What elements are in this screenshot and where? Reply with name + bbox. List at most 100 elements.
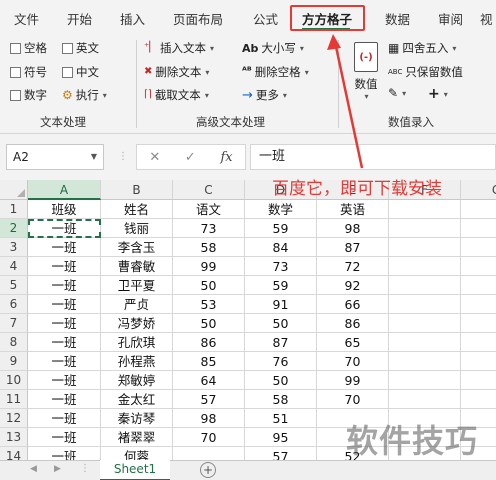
table-cell[interactable]: 一班 xyxy=(28,409,101,428)
row-header[interactable]: 4 xyxy=(0,257,28,276)
table-cell[interactable]: 一班 xyxy=(28,390,101,409)
table-cell[interactable] xyxy=(461,390,496,409)
table-cell[interactable]: 曹睿敏 xyxy=(101,257,173,276)
table-cell[interactable]: 钱丽 xyxy=(101,219,173,238)
option-chinese[interactable]: 中文 xyxy=(62,64,99,80)
table-cell[interactable]: 一班 xyxy=(28,352,101,371)
table-cell[interactable] xyxy=(389,238,461,257)
table-cell[interactable]: 99 xyxy=(173,257,245,276)
column-header[interactable]: G xyxy=(461,180,496,200)
table-cell[interactable]: 72 xyxy=(317,257,389,276)
table-cell[interactable] xyxy=(461,371,496,390)
insert-function-icon[interactable]: fx xyxy=(220,150,232,165)
table-cell[interactable]: 73 xyxy=(173,219,245,238)
table-cell[interactable]: 孔欣琪 xyxy=(101,333,173,352)
prev-sheet-icon[interactable]: ◀ xyxy=(30,464,37,474)
table-cell[interactable]: 65 xyxy=(317,333,389,352)
table-cell[interactable]: 70 xyxy=(317,352,389,371)
table-cell[interactable]: 金太红 xyxy=(101,390,173,409)
edit-button[interactable]: ✎ ▾ xyxy=(388,87,406,99)
table-cell[interactable]: 73 xyxy=(245,257,317,276)
table-cell[interactable]: 59 xyxy=(245,276,317,295)
table-cell[interactable] xyxy=(461,314,496,333)
table-cell[interactable]: 语文 xyxy=(173,200,245,219)
column-header[interactable]: B xyxy=(101,180,173,200)
add-sheet-button[interactable]: + xyxy=(200,462,216,478)
table-cell[interactable]: 57 xyxy=(245,447,317,460)
table-cell[interactable]: 87 xyxy=(317,238,389,257)
table-cell[interactable]: 85 xyxy=(173,352,245,371)
table-cell[interactable]: 98 xyxy=(317,219,389,238)
tab-insert[interactable]: 插入 xyxy=(120,9,145,28)
column-header[interactable]: A xyxy=(28,180,101,200)
table-cell[interactable]: 70 xyxy=(173,428,245,447)
table-cell[interactable]: 卫平夏 xyxy=(101,276,173,295)
table-cell[interactable] xyxy=(461,295,496,314)
table-cell[interactable]: 99 xyxy=(317,371,389,390)
option-symbol[interactable]: 符号 xyxy=(10,64,47,80)
row-header[interactable]: 12 xyxy=(0,409,28,428)
table-cell[interactable]: 95 xyxy=(245,428,317,447)
table-cell[interactable]: 数学 xyxy=(245,200,317,219)
row-header[interactable]: 9 xyxy=(0,352,28,371)
table-cell[interactable] xyxy=(461,352,496,371)
table-cell[interactable]: 一班 xyxy=(28,238,101,257)
table-cell[interactable]: 一班 xyxy=(28,447,101,460)
cancel-icon[interactable]: ✕ xyxy=(149,150,160,165)
case-button[interactable]: Ab 大小写 ▾ xyxy=(242,40,304,56)
tab-review[interactable]: 审阅 xyxy=(438,9,463,28)
row-header[interactable]: 1 xyxy=(0,200,28,219)
table-cell[interactable] xyxy=(173,447,245,460)
table-cell[interactable] xyxy=(389,390,461,409)
row-header[interactable]: 11 xyxy=(0,390,28,409)
table-cell[interactable]: 秦访琴 xyxy=(101,409,173,428)
chevron-down-icon[interactable]: ▼ xyxy=(91,145,97,169)
table-cell[interactable]: 66 xyxy=(317,295,389,314)
tab-file[interactable]: 文件 xyxy=(14,9,39,28)
checkbox[interactable] xyxy=(10,66,21,78)
option-space[interactable]: 空格 xyxy=(10,40,47,56)
round-button[interactable]: ▦ 四舍五入 ▾ xyxy=(388,40,456,56)
confirm-icon[interactable]: ✓ xyxy=(185,150,196,165)
table-cell[interactable]: 孙程燕 xyxy=(101,352,173,371)
table-cell[interactable]: 郑敏婷 xyxy=(101,371,173,390)
execute-button[interactable]: ⚙ 执行 ▾ xyxy=(62,87,107,103)
checkbox[interactable] xyxy=(10,42,21,54)
table-cell[interactable]: 50 xyxy=(245,314,317,333)
table-cell[interactable]: 姓名 xyxy=(101,200,173,219)
table-cell[interactable]: 84 xyxy=(245,238,317,257)
table-cell[interactable] xyxy=(461,200,496,219)
checkbox[interactable] xyxy=(62,66,73,78)
delete-spaces-button[interactable]: ᴬᴮ 删除空格 ▾ xyxy=(242,64,309,80)
table-cell[interactable] xyxy=(389,200,461,219)
table-cell[interactable]: 76 xyxy=(245,352,317,371)
row-header[interactable]: 14 xyxy=(0,447,28,460)
row-header[interactable]: 5 xyxy=(0,276,28,295)
delete-text-button[interactable]: ✖ 删除文本 ▾ xyxy=(144,64,209,80)
drag-handle-icon[interactable]: ⋮ xyxy=(118,151,128,162)
table-cell[interactable]: 50 xyxy=(173,314,245,333)
checkbox[interactable] xyxy=(62,42,73,54)
table-cell[interactable]: 何蓉 xyxy=(101,447,173,460)
table-cell[interactable]: 58 xyxy=(245,390,317,409)
table-cell[interactable]: 一班 xyxy=(28,428,101,447)
tab-data[interactable]: 数据 xyxy=(385,9,410,28)
table-cell[interactable] xyxy=(389,295,461,314)
more-button[interactable]: → 更多 ▾ xyxy=(242,87,287,103)
numeric-value-button[interactable]: (-) 数值 ▾ xyxy=(348,42,384,104)
table-cell[interactable]: 50 xyxy=(245,371,317,390)
table-cell[interactable] xyxy=(461,333,496,352)
tab-home[interactable]: 开始 xyxy=(67,9,92,28)
table-cell[interactable] xyxy=(389,314,461,333)
table-cell[interactable]: 英语 xyxy=(317,200,389,219)
table-cell[interactable]: 一班 xyxy=(28,276,101,295)
table-cell[interactable] xyxy=(389,333,461,352)
row-header[interactable]: 3 xyxy=(0,238,28,257)
table-cell[interactable] xyxy=(389,257,461,276)
table-cell[interactable] xyxy=(461,238,496,257)
table-cell[interactable] xyxy=(389,352,461,371)
select-all-corner[interactable] xyxy=(0,180,28,200)
row-header[interactable]: 6 xyxy=(0,295,28,314)
table-cell[interactable] xyxy=(389,219,461,238)
table-cell[interactable]: 87 xyxy=(245,333,317,352)
